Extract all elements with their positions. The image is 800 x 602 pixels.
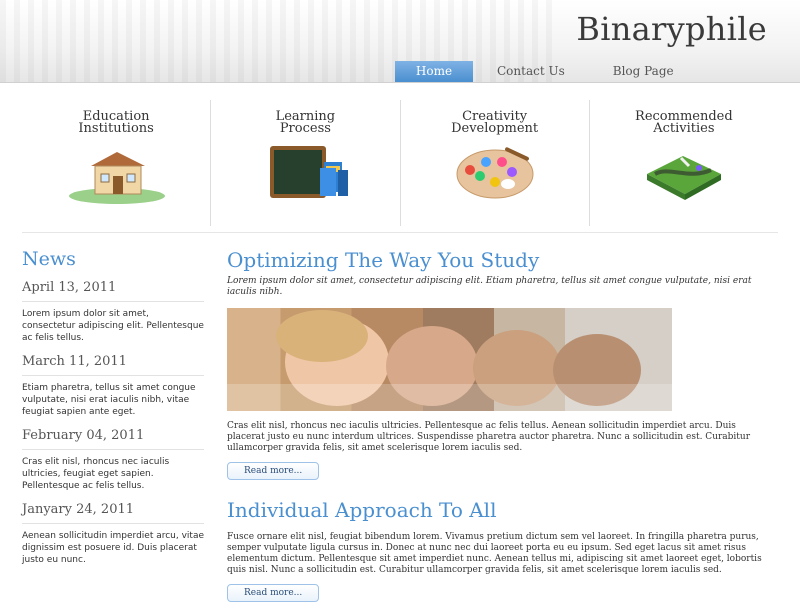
feature-row: Education Institutions Learning Process [22,100,778,226]
post-body: Cras elit nisl, rhoncus nec iaculis ultr… [227,421,751,453]
feature-creativity-development[interactable]: Creativity Development [401,100,590,226]
students-photo [227,308,672,411]
map-terrain-icon [646,156,721,200]
nav-home[interactable]: Home [395,61,473,82]
news-item[interactable]: April 13, 2011 Lorem ipsum dolor sit ame… [22,280,204,344]
post-optimizing-the-way-you-study: Optimizing The Way You Study Lorem ipsum… [227,248,772,480]
main-nav: Home Contact Us Blog Page [395,61,698,82]
feature-education-institutions[interactable]: Education Institutions [22,100,212,226]
feature-title: Recommended Activities [635,109,733,136]
nav-blog-page[interactable]: Blog Page [589,61,698,82]
post-intro: Lorem ipsum dolor sit amet, consectetur … [227,276,752,297]
news-date[interactable]: Janyary 24, 2011 [22,502,204,524]
students-photo-illustration [227,310,672,411]
content-divider [22,232,778,233]
post-individual-approach-to-all: Individual Approach To All Fusce ornare … [227,498,772,602]
house-icon [69,152,166,204]
feature-title: Education Institutions [78,109,154,136]
feature-title: Learning Process [275,109,336,136]
news-text: Etiam pharetra, tellus sit amet congue v… [22,383,196,417]
read-more-button[interactable]: Read more... [227,584,320,602]
news-text: Aenean sollicitudin imperdiet arcu, vita… [22,531,205,565]
read-more-button[interactable]: Read more... [227,462,320,480]
feature-learning-process[interactable]: Learning Process [211,100,401,226]
news-date[interactable]: March 11, 2011 [22,354,204,376]
news-date[interactable]: April 13, 2011 [22,280,204,302]
news-date[interactable]: February 04, 2011 [22,428,204,450]
news-text: Cras elit nisl, rhoncus nec iaculis ultr… [22,457,170,491]
site-header: Binaryphile Home Contact Us Blog Page [0,0,800,83]
feature-recommended-activities[interactable]: Recommended Activities [590,100,778,226]
news-item[interactable]: March 11, 2011 Etiam pharetra, tellus si… [22,354,204,418]
main-content: Optimizing The Way You Study Lorem ipsum… [227,248,772,602]
paint-palette-icon [456,147,534,199]
feature-title: Creativity Development [451,109,539,136]
post-title[interactable]: Optimizing The Way You Study [227,248,772,272]
news-text: Lorem ipsum dolor sit amet, consectetur … [22,309,204,343]
chalkboard-books-icon [270,146,349,198]
news-item[interactable]: Janyary 24, 2011 Aenean sollicitudin imp… [22,502,204,566]
news-title: News [22,248,76,270]
post-title[interactable]: Individual Approach To All [227,498,772,522]
nav-contact-us[interactable]: Contact Us [473,61,589,82]
site-logo[interactable]: Binaryphile [576,10,767,48]
post-body: Fusce ornare elit nisl, feugiat bibendum… [227,532,762,575]
news-sidebar: News April 13, 2011 Lorem ipsum dolor si… [22,248,204,576]
news-item[interactable]: February 04, 2011 Cras elit nisl, rhoncu… [22,428,204,492]
